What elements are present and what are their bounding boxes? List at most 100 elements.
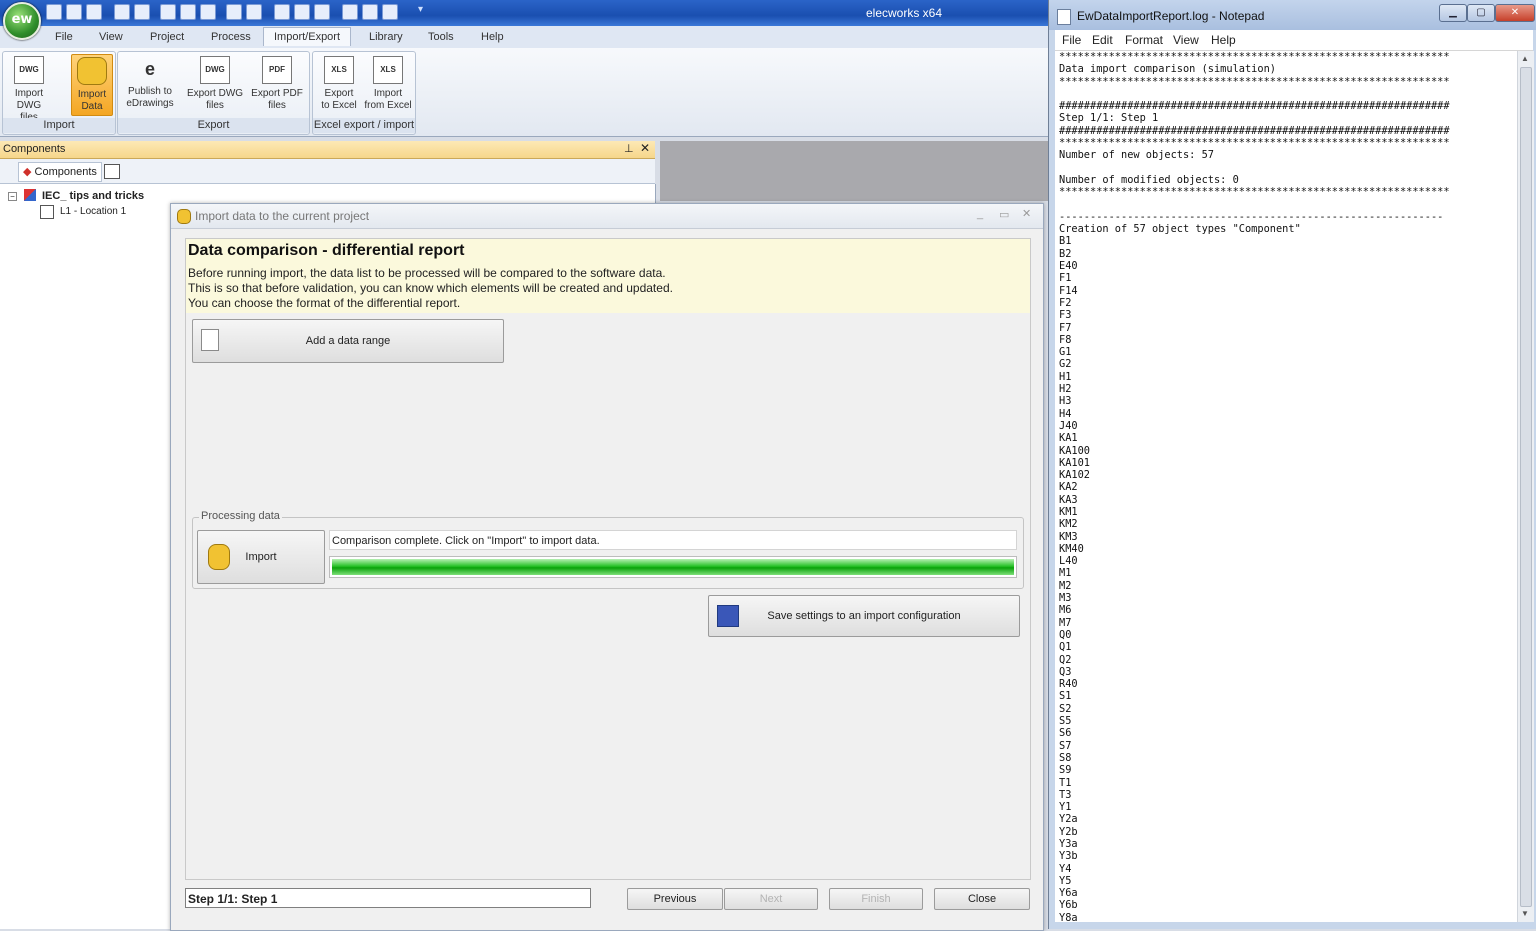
log-item: S7 [1059, 739, 1072, 752]
save-icon[interactable] [66, 4, 82, 20]
log-item: F14 [1059, 284, 1078, 297]
redo-icon[interactable] [134, 4, 150, 20]
navigate-icon[interactable] [342, 4, 358, 20]
save-settings-button[interactable]: Save settings to an import configuration [708, 595, 1020, 637]
menu-view[interactable]: View [1173, 33, 1199, 47]
import-data-button[interactable]: Import Data [71, 54, 113, 116]
undo-icon[interactable] [114, 4, 130, 20]
customize-quick-access-icon[interactable]: ▾ [418, 4, 423, 15]
processing-data-group: Processing data Import Comparison comple… [192, 510, 1024, 589]
log-item: Q2 [1059, 653, 1072, 666]
step-indicator: Step 1/1: Step 1 [185, 888, 591, 908]
app-menu-orb[interactable]: ew [3, 2, 41, 40]
log-header: Data import comparison (simulation) [1059, 63, 1276, 76]
scroll-down-icon[interactable]: ▼ [1521, 909, 1529, 918]
schematic-tab-icon[interactable] [104, 164, 120, 179]
close-button[interactable]: Close [934, 888, 1030, 910]
scroll-thumb[interactable] [1520, 67, 1532, 907]
copy-icon[interactable] [180, 4, 196, 20]
tab-help[interactable]: Help [481, 31, 504, 43]
tab-library[interactable]: Library [369, 31, 403, 43]
publish-edrawings-button[interactable]: e Publish to eDrawings [122, 54, 178, 114]
minimize-button[interactable]: ▁ [1439, 4, 1467, 22]
ribbon-tabs: File View Project Process Import/Export … [0, 26, 1048, 49]
tab-project[interactable]: Project [150, 31, 184, 43]
log-new-objects: Number of new objects: 57 [1059, 149, 1214, 162]
pan-icon[interactable] [314, 4, 330, 20]
pin-icon[interactable]: ⊥ [624, 142, 634, 155]
new-file-icon[interactable] [46, 4, 62, 20]
export-excel-button[interactable]: XLS Export to Excel [315, 54, 363, 114]
cut-icon[interactable] [160, 4, 176, 20]
maximize-button[interactable]: ▢ [1467, 4, 1495, 22]
log-item: Q1 [1059, 641, 1072, 654]
log-item: M1 [1059, 567, 1072, 580]
app-name: elecworks x64 [866, 6, 943, 20]
description-line-1: Before running import, the data list to … [188, 266, 666, 280]
log-item: S5 [1059, 715, 1072, 728]
log-item: B2 [1059, 247, 1072, 260]
project-icon [24, 189, 36, 201]
notepad-text-area[interactable]: ****************************************… [1055, 51, 1517, 922]
close-icon[interactable]: ✕ [1022, 207, 1031, 220]
next-button[interactable]: Next [724, 888, 818, 910]
vertical-scrollbar[interactable]: ▲ ▼ [1517, 51, 1534, 922]
components-panel-header: Components ⊥ ✕ [0, 141, 655, 159]
menu-edit[interactable]: Edit [1092, 33, 1113, 47]
notepad-title: EwDataImportReport.log - Notepad [1077, 9, 1265, 23]
export-dwg-button[interactable]: DWG Export DWG files [184, 54, 246, 114]
add-data-range-button[interactable]: Add a data range [192, 319, 504, 363]
components-panel-tabs: ◆ Components [0, 159, 655, 184]
scroll-up-icon[interactable]: ▲ [1521, 54, 1529, 63]
log-modified-objects: Number of modified objects: 0 [1059, 173, 1239, 186]
menu-help[interactable]: Help [1211, 33, 1236, 47]
page-icon[interactable] [226, 4, 242, 20]
export-pdf-button[interactable]: PDF Export PDF files [248, 54, 306, 114]
help-icon[interactable] [382, 4, 398, 20]
tab-tools[interactable]: Tools [428, 31, 454, 43]
tab-components[interactable]: ◆ Components [18, 162, 102, 182]
zoom-window-icon[interactable] [274, 4, 290, 20]
log-item: L40 [1059, 555, 1078, 568]
log-item: E40 [1059, 260, 1078, 273]
zoom-icon[interactable] [294, 4, 310, 20]
close-button[interactable]: ✕ [1495, 4, 1535, 22]
log-item: F1 [1059, 272, 1072, 285]
tab-view[interactable]: View [99, 31, 123, 43]
library-icon[interactable] [362, 4, 378, 20]
collapse-icon[interactable]: − [8, 192, 17, 201]
progress-bar [329, 556, 1017, 578]
paste-icon[interactable] [200, 4, 216, 20]
maximize-icon[interactable]: ▭ [999, 208, 1009, 221]
tree-project-node[interactable]: IEC_ tips and tricks [42, 190, 144, 202]
log-item: H4 [1059, 407, 1072, 420]
menu-format[interactable]: Format [1125, 33, 1163, 47]
notepad-icon [1057, 9, 1071, 25]
tree-location-node[interactable]: L1 - Location 1 [60, 206, 126, 217]
dialog-titlebar: Import data to the current project _ ▭ ✕ [171, 204, 1043, 229]
log-item: KA101 [1059, 456, 1090, 469]
floppy-disk-icon [717, 605, 739, 627]
previous-button[interactable]: Previous [627, 888, 723, 910]
tab-file[interactable]: File [55, 31, 73, 43]
group-excel-label: Excel export / import [313, 118, 415, 133]
open-icon[interactable] [86, 4, 102, 20]
log-item: H2 [1059, 383, 1072, 396]
close-icon[interactable]: ✕ [640, 141, 650, 155]
log-item: M3 [1059, 592, 1072, 605]
tab-import-export[interactable]: Import/Export [263, 27, 352, 46]
log-item: Y5 [1059, 874, 1072, 887]
import-dwg-button[interactable]: DWG Import DWG files [5, 54, 53, 123]
log-item: M7 [1059, 616, 1072, 629]
tab-process[interactable]: Process [211, 31, 251, 43]
finish-button[interactable]: Finish [829, 888, 923, 910]
log-item: Y6b [1059, 899, 1078, 912]
page-add-icon[interactable] [246, 4, 262, 20]
status-message: Comparison complete. Click on "Import" t… [329, 530, 1017, 550]
minimize-icon[interactable]: _ [977, 208, 983, 220]
group-import-label: Import [3, 118, 115, 133]
import-excel-button[interactable]: XLS Import from Excel [363, 54, 413, 114]
group-import: DWG Import DWG files Import Data Import [2, 51, 116, 135]
import-button[interactable]: Import [197, 530, 325, 584]
menu-file[interactable]: File [1062, 33, 1081, 47]
